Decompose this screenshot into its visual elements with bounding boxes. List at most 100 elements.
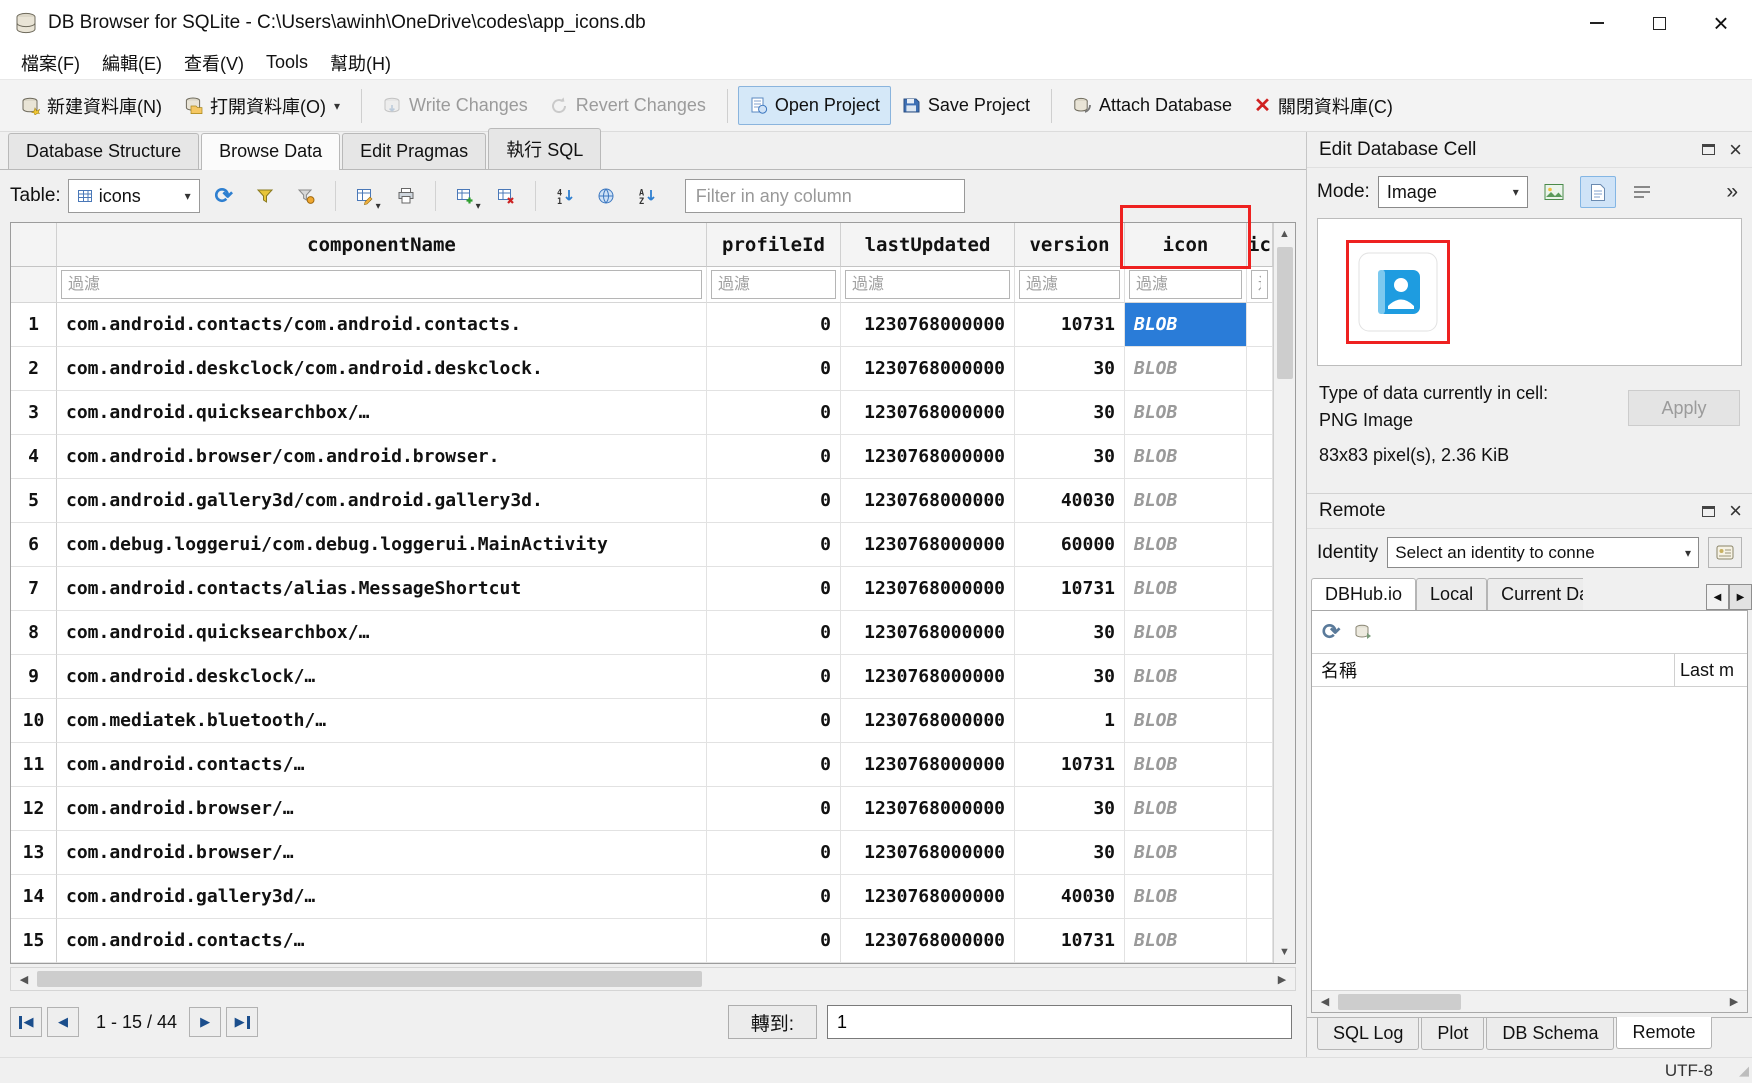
- cell-partial[interactable]: [1247, 391, 1273, 435]
- cell-profileId[interactable]: 0: [707, 875, 841, 919]
- filter-input-icon[interactable]: [1129, 270, 1242, 299]
- tab-scroll-left-button[interactable]: ◀: [1706, 584, 1729, 610]
- cell-icon-blob[interactable]: BLOB: [1125, 523, 1247, 567]
- table-row[interactable]: 5 com.android.gallery3d/com.android.gall…: [11, 479, 1273, 523]
- cell-componentName[interactable]: com.android.browser/…: [57, 787, 707, 831]
- cell-icon-blob[interactable]: BLOB: [1125, 919, 1247, 963]
- clone-database-icon[interactable]: [1354, 623, 1372, 641]
- table-row[interactable]: 8 com.android.quicksearchbox/… 0 1230768…: [11, 611, 1273, 655]
- table-row[interactable]: 9 com.android.deskclock/… 0 123076800000…: [11, 655, 1273, 699]
- row-number[interactable]: 10: [11, 699, 57, 743]
- cell-profileId[interactable]: 0: [707, 743, 841, 787]
- col-header-profileId[interactable]: profileId: [707, 223, 841, 267]
- cell-partial[interactable]: [1247, 479, 1273, 523]
- cell-partial[interactable]: [1247, 699, 1273, 743]
- sort-alpha-button[interactable]: AZ: [630, 179, 664, 213]
- cell-version[interactable]: 10731: [1015, 919, 1125, 963]
- cell-partial[interactable]: [1247, 347, 1273, 391]
- refresh-button[interactable]: ⟳: [207, 179, 241, 213]
- row-number[interactable]: 11: [11, 743, 57, 787]
- remote-col-last-modified[interactable]: Last m: [1675, 654, 1747, 686]
- cell-icon-blob[interactable]: BLOB: [1125, 391, 1247, 435]
- row-number[interactable]: 12: [11, 787, 57, 831]
- cell-profileId[interactable]: 0: [707, 567, 841, 611]
- maximize-button[interactable]: [1628, 0, 1690, 46]
- cell-partial[interactable]: [1247, 875, 1273, 919]
- cell-componentName[interactable]: com.android.deskclock/…: [57, 655, 707, 699]
- cell-version[interactable]: 30: [1015, 611, 1125, 655]
- menu-edit[interactable]: 編輯(E): [91, 46, 173, 80]
- table-row[interactable]: 6 com.debug.loggerui/com.debug.loggerui.…: [11, 523, 1273, 567]
- mode-dropdown[interactable]: Image ▾: [1378, 176, 1528, 208]
- revert-changes-button[interactable]: Revert Changes: [539, 86, 717, 125]
- grid-vertical-scrollbar[interactable]: ▲ ▼: [1273, 223, 1295, 963]
- delete-record-button[interactable]: [489, 179, 523, 213]
- cell-lastUpdated[interactable]: 1230768000000: [841, 567, 1015, 611]
- cell-version[interactable]: 40030: [1015, 479, 1125, 523]
- tab-execute-sql[interactable]: 執行 SQL: [488, 128, 601, 169]
- cell-version[interactable]: 10731: [1015, 303, 1125, 347]
- cell-version[interactable]: 30: [1015, 391, 1125, 435]
- cell-icon-blob[interactable]: BLOB: [1125, 699, 1247, 743]
- global-filter-input[interactable]: [685, 179, 965, 213]
- row-number[interactable]: 3: [11, 391, 57, 435]
- scroll-down-icon[interactable]: ▼: [1274, 941, 1295, 963]
- cell-lastUpdated[interactable]: 1230768000000: [841, 831, 1015, 875]
- filter-input-partial[interactable]: [1251, 270, 1268, 299]
- encoding-status[interactable]: UTF-8: [1665, 1061, 1713, 1081]
- cell-componentName[interactable]: com.android.browser/…: [57, 831, 707, 875]
- menu-help[interactable]: 幫助(H): [319, 46, 402, 80]
- menu-file[interactable]: 檔案(F): [10, 46, 91, 80]
- cell-lastUpdated[interactable]: 1230768000000: [841, 391, 1015, 435]
- cell-componentName[interactable]: com.mediatek.bluetooth/…: [57, 699, 707, 743]
- cell-icon-blob[interactable]: BLOB: [1125, 875, 1247, 919]
- cell-icon-blob[interactable]: BLOB: [1125, 655, 1247, 699]
- row-number[interactable]: 5: [11, 479, 57, 523]
- goto-button[interactable]: 轉到:: [728, 1005, 817, 1039]
- apply-button[interactable]: Apply: [1628, 390, 1740, 426]
- cell-partial[interactable]: [1247, 523, 1273, 567]
- dock-tab-sql-log[interactable]: SQL Log: [1317, 1018, 1419, 1050]
- row-number[interactable]: 8: [11, 611, 57, 655]
- table-row[interactable]: 11 com.android.contacts/… 0 123076800000…: [11, 743, 1273, 787]
- menu-view[interactable]: 查看(V): [173, 46, 255, 80]
- cell-lastUpdated[interactable]: 1230768000000: [841, 611, 1015, 655]
- col-header-version[interactable]: version: [1015, 223, 1125, 267]
- print-button[interactable]: [389, 179, 423, 213]
- cell-componentName[interactable]: com.android.quicksearchbox/…: [57, 391, 707, 435]
- grid-horizontal-scrollbar[interactable]: ◀ ▶: [10, 967, 1296, 991]
- close-panel-icon[interactable]: ×: [1729, 139, 1742, 161]
- row-number[interactable]: 15: [11, 919, 57, 963]
- tab-edit-pragmas[interactable]: Edit Pragmas: [342, 133, 486, 169]
- menu-tools[interactable]: Tools: [255, 48, 319, 77]
- scroll-right-icon[interactable]: ▶: [1721, 995, 1747, 1008]
- cell-profileId[interactable]: 0: [707, 347, 841, 391]
- cell-profileId[interactable]: 0: [707, 391, 841, 435]
- cell-lastUpdated[interactable]: 1230768000000: [841, 655, 1015, 699]
- text-view-button[interactable]: [1580, 176, 1616, 208]
- save-table-as-button[interactable]: ▾: [348, 179, 382, 213]
- goto-input[interactable]: [827, 1005, 1292, 1039]
- cell-lastUpdated[interactable]: 1230768000000: [841, 743, 1015, 787]
- remote-tab-dbhub[interactable]: DBHub.io: [1311, 578, 1416, 610]
- scroll-right-icon[interactable]: ▶: [1269, 973, 1295, 986]
- cell-partial[interactable]: [1247, 303, 1273, 347]
- scroll-up-icon[interactable]: ▲: [1274, 223, 1295, 245]
- cell-lastUpdated[interactable]: 1230768000000: [841, 699, 1015, 743]
- cell-profileId[interactable]: 0: [707, 611, 841, 655]
- col-header-icon[interactable]: icon: [1125, 223, 1247, 267]
- cell-lastUpdated[interactable]: 1230768000000: [841, 347, 1015, 391]
- remote-file-list[interactable]: [1312, 687, 1747, 990]
- cell-lastUpdated[interactable]: 1230768000000: [841, 479, 1015, 523]
- float-panel-icon[interactable]: [1702, 506, 1715, 517]
- row-number[interactable]: 9: [11, 655, 57, 699]
- tab-browse-data[interactable]: Browse Data: [201, 133, 340, 170]
- table-row[interactable]: 1 com.android.contacts/com.android.conta…: [11, 303, 1273, 347]
- cell-profileId[interactable]: 0: [707, 699, 841, 743]
- cell-partial[interactable]: [1247, 743, 1273, 787]
- close-database-button[interactable]: ✕ 關閉資料庫(C): [1243, 84, 1404, 128]
- filter-input-lastUpdated[interactable]: [845, 270, 1010, 299]
- cell-icon-blob[interactable]: BLOB: [1125, 347, 1247, 391]
- cell-lastUpdated[interactable]: 1230768000000: [841, 303, 1015, 347]
- minimize-button[interactable]: [1566, 0, 1628, 46]
